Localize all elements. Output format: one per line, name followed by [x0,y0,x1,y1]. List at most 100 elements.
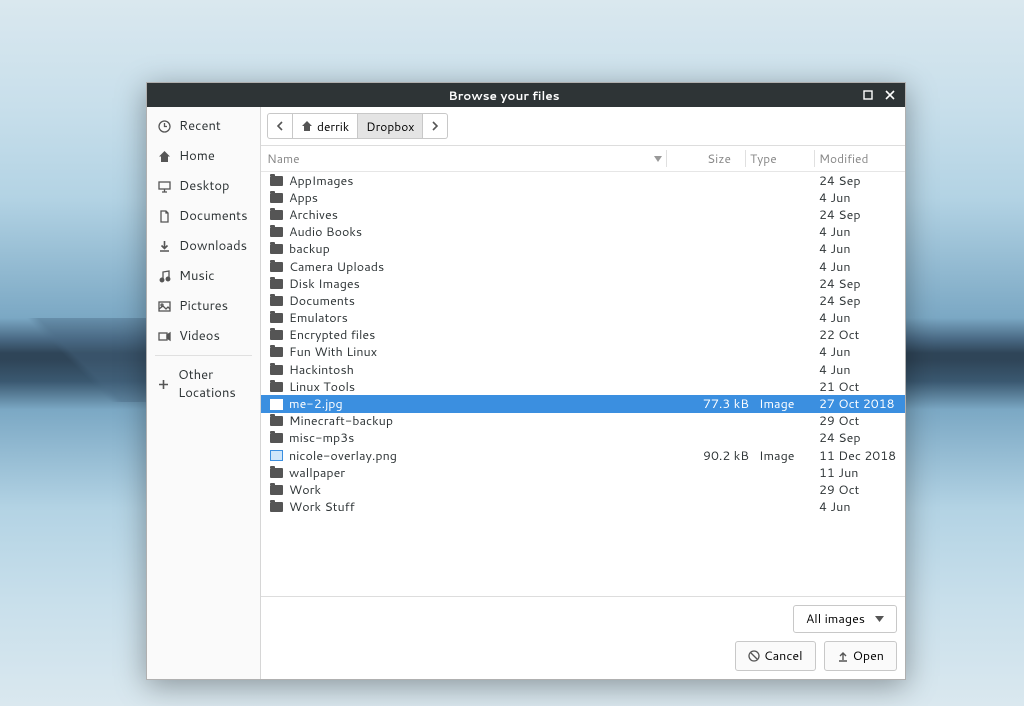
file-row[interactable]: Encrypted files 22 Oct [261,327,905,344]
file-modified: 27 Oct 2018 [819,395,899,413]
path-back-button[interactable] [267,113,293,139]
file-modified: 4 Jun [819,240,899,258]
file-chooser-dialog: Browse your files RecentHomeDesktopDocum… [146,82,906,680]
titlebar: Browse your files [147,83,905,107]
folder-icon [270,382,283,392]
open-button[interactable]: Open [824,641,897,671]
sidebar-item-home[interactable]: Home [147,141,260,171]
sidebar-item-label: Home [179,147,215,165]
file-row[interactable]: Hackintosh4 Jun [261,361,905,378]
folder-icon [270,347,283,357]
file-name: Minecraft-backup [289,412,689,430]
sidebar-item-downloads[interactable]: Downloads [147,231,260,261]
maximize-button[interactable] [859,86,877,104]
file-modified: 24 Sep [819,429,899,447]
path-forward-button[interactable] [423,113,448,139]
file-row[interactable]: Work Stuff4 Jun [261,499,905,516]
clock-icon [157,120,171,133]
file-list[interactable]: AppImages24 SepApps4 JunArchives24 SepAu… [261,172,905,596]
upload-icon [837,650,849,662]
sidebar-item-videos[interactable]: Videos [147,321,260,351]
sort-desc-icon [654,156,662,162]
header-modified[interactable]: Modified [819,150,899,167]
file-row[interactable]: Apps4 Jun [261,189,905,206]
doc-icon [157,210,171,223]
file-row[interactable]: misc-mp3s24 Sep [261,430,905,447]
file-row[interactable]: nicole-overlay.png90.2 kBImage11 Dec 201… [261,447,905,464]
file-modified: 4 Jun [819,223,899,241]
sidebar-item-recent[interactable]: Recent [147,111,260,141]
file-row[interactable]: Camera Uploads4 Jun [261,258,905,275]
folder-icon [270,244,283,254]
video-icon [157,330,171,343]
file-name: Archives [289,206,689,224]
file-filter-dropdown[interactable]: All images [793,605,897,633]
header-name[interactable]: Name [267,150,662,167]
file-row[interactable]: backup 4 Jun [261,241,905,258]
download-icon [157,240,171,253]
file-row[interactable]: Emulators4 Jun [261,310,905,327]
file-row[interactable]: Minecraft-backup29 Oct [261,413,905,430]
sidebar-item-pictures[interactable]: Pictures [147,291,260,321]
sidebar-separator [155,355,252,356]
music-icon [157,270,171,283]
image-icon [270,399,283,410]
file-name: Encrypted files [289,326,689,344]
plus-icon [157,378,170,391]
folder-icon [270,330,283,340]
file-name: me-2.jpg [289,395,689,413]
filter-label: All images [806,610,865,628]
file-name: wallpaper [289,464,689,482]
column-headers: Name Size Type Modified [261,146,905,172]
folder-icon [270,296,283,306]
file-modified: 24 Sep [819,275,899,293]
header-size[interactable]: Size [671,150,741,167]
file-modified: 4 Jun [819,189,899,207]
file-name: backup [289,240,689,258]
folder-icon [270,279,283,289]
file-type: Image [759,447,819,465]
file-name: Disk Images [289,275,689,293]
window-title: Browse your files [153,87,855,104]
path-segment-home[interactable]: derrik [293,113,358,139]
file-modified: 24 Sep [819,172,899,190]
file-row[interactable]: Audio Books4 Jun [261,224,905,241]
file-row[interactable]: Linux Tools21 Oct [261,378,905,395]
cancel-button[interactable]: Cancel [735,641,816,671]
file-modified: 4 Jun [819,498,899,516]
sidebar-item-desktop[interactable]: Desktop [147,171,260,201]
file-modified: 29 Oct [819,481,899,499]
file-row[interactable]: AppImages 24 Sep [261,172,905,189]
file-name: nicole-overlay.png [289,447,689,465]
file-modified: 11 Dec 2018 [819,447,899,465]
sidebar-item-documents[interactable]: Documents [147,201,260,231]
sidebar-item-other-locations[interactable]: Other Locations [147,360,260,408]
folder-icon [270,210,283,220]
file-name: Work [289,481,689,499]
file-row[interactable]: Documents24 Sep [261,292,905,309]
file-modified: 22 Oct [819,326,899,344]
folder-icon [270,227,283,237]
open-label: Open [853,647,884,665]
file-row[interactable]: Archives24 Sep [261,206,905,223]
path-segment-dropbox[interactable]: Dropbox [358,113,423,139]
picture-icon [157,300,171,313]
header-type[interactable]: Type [750,150,810,167]
file-row[interactable]: Disk Images 24 Sep [261,275,905,292]
file-row[interactable]: wallpaper11 Jun [261,464,905,481]
file-row[interactable]: Fun With Linux4 Jun [261,344,905,361]
sidebar-item-label: Downloads [179,237,247,255]
cancel-label: Cancel [764,647,803,665]
file-modified: 21 Oct [819,378,899,396]
sidebar-item-label: Videos [179,327,220,345]
close-button[interactable] [881,86,899,104]
file-row[interactable]: Work 29 Oct [261,481,905,498]
sidebar-item-label: Pictures [179,297,228,315]
file-name: Camera Uploads [289,258,689,276]
file-name: AppImages [289,172,689,190]
cancel-icon [748,650,760,662]
folder-icon [270,193,283,203]
file-name: Fun With Linux [289,343,689,361]
file-row[interactable]: me-2.jpg77.3 kBImage27 Oct 2018 [261,395,905,412]
sidebar-item-music[interactable]: Music [147,261,260,291]
